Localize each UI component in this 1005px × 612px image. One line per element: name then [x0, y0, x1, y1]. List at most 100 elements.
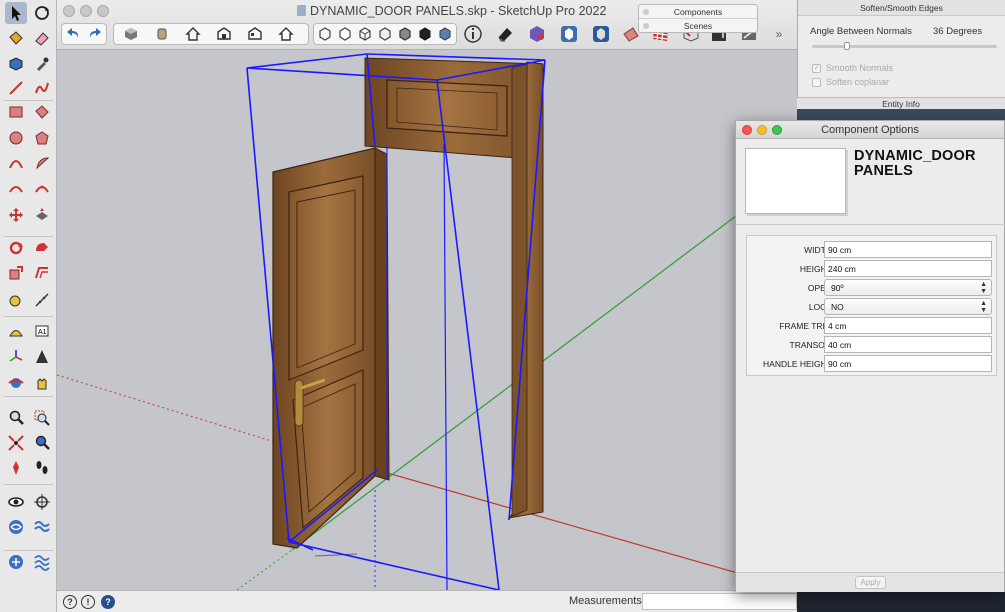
previous-view-icon[interactable] [31, 432, 53, 454]
width-input[interactable]: 90 cm [824, 241, 992, 258]
zoom-extents-icon[interactable] [5, 432, 27, 454]
position-camera-icon[interactable] [5, 457, 27, 479]
geo-location-icon[interactable]: ? [63, 595, 77, 609]
handle-height-input[interactable]: 90 cm [824, 355, 992, 372]
front-view-icon[interactable] [179, 25, 207, 43]
protractor-icon[interactable] [5, 321, 27, 343]
move-icon[interactable] [5, 204, 27, 226]
eyedropper-icon[interactable] [31, 53, 53, 75]
3d-text-icon[interactable] [31, 346, 53, 368]
sandbox-stamp-icon[interactable] [5, 551, 27, 573]
rotated-rectangle-icon[interactable] [31, 101, 53, 123]
sandbox-drape-icon[interactable] [31, 551, 53, 573]
entity-info-title[interactable]: Entity Info [797, 97, 1005, 109]
arc-icon[interactable] [5, 152, 27, 174]
select-arrows-icon: ▲ ▼ [980, 300, 987, 314]
component-thumbnail [745, 148, 846, 214]
follow-me-icon[interactable] [31, 237, 53, 259]
zoom-window-button[interactable] [97, 5, 109, 17]
eraser-tray-icon[interactable] [493, 23, 517, 45]
close-window-button[interactable] [63, 5, 75, 17]
soften-panel-title[interactable]: Soften/Smooth Edges [798, 0, 1005, 16]
hidden-line-style-icon[interactable] [377, 25, 394, 43]
monochrome-style-icon[interactable] [436, 25, 453, 43]
eraser-icon[interactable] [31, 27, 53, 49]
palette-separator [4, 550, 53, 551]
xray-style-icon[interactable] [317, 25, 334, 43]
open-select[interactable]: 90º ▲ ▼ [824, 279, 992, 296]
lock-select[interactable]: NO ▲ ▼ [824, 298, 992, 315]
freehand-icon[interactable] [31, 77, 53, 99]
height-input[interactable]: 240 cm [824, 260, 992, 277]
sandbox-icon[interactable] [5, 516, 27, 538]
credits-icon[interactable]: ! [81, 595, 95, 609]
angle-slider-thumb[interactable] [844, 42, 850, 50]
apply-button[interactable]: Apply [855, 576, 886, 589]
top-view-icon[interactable] [148, 25, 176, 43]
undo-icon[interactable] [65, 25, 83, 43]
sandbox-smoove-icon[interactable] [31, 516, 53, 538]
open-row: OPEN 90º ▲ ▼ [747, 279, 998, 297]
component-outliner-icon[interactable] [525, 23, 549, 45]
measurements-input[interactable] [642, 593, 797, 610]
paint-bucket-icon[interactable] [5, 27, 27, 49]
axes-icon[interactable] [5, 346, 27, 368]
iso-view-icon[interactable] [117, 25, 145, 43]
shaded-style-icon[interactable] [396, 25, 413, 43]
shaded-textures-style-icon[interactable] [416, 25, 433, 43]
zoom-icon[interactable] [5, 407, 27, 429]
model-canvas[interactable] [57, 50, 797, 590]
frame-trim-input[interactable]: 4 cm [824, 317, 992, 334]
back-view-icon[interactable] [241, 25, 269, 43]
minimize-window-button[interactable] [80, 5, 92, 17]
components-panel-header[interactable]: Components [639, 5, 757, 19]
right-view-icon[interactable] [210, 25, 238, 43]
palette-separator [4, 484, 53, 485]
help-icon[interactable]: ? [101, 595, 115, 609]
sketchup-window: A1 DYNAMIC_DOOR PANELS.skp - SketchUp Pr… [0, 0, 1005, 612]
back-edges-style-icon[interactable] [337, 25, 354, 43]
make-component-icon[interactable] [5, 53, 27, 75]
orbit-arrow-icon[interactable] [31, 2, 53, 24]
line-icon[interactable] [5, 77, 27, 99]
soften-coplanar-checkbox[interactable]: Soften coplanar [812, 77, 889, 87]
offset-icon[interactable] [31, 262, 53, 284]
components-icon[interactable] [557, 23, 581, 45]
collapse-dot-icon [643, 9, 649, 15]
scenes-panel-header[interactable]: Scenes [639, 19, 757, 33]
look-around-icon[interactable] [5, 491, 27, 513]
window-title: DYNAMIC_DOOR PANELS.skp - SketchUp Pro 2… [297, 4, 617, 18]
orbit-icon[interactable] [5, 372, 27, 394]
redo-icon[interactable] [86, 25, 104, 43]
palette-separator [4, 100, 53, 101]
rectangle-icon[interactable] [5, 101, 27, 123]
materials-icon[interactable] [589, 23, 613, 45]
transom-input[interactable]: 40 cm [824, 336, 992, 353]
zoom-window-icon[interactable] [31, 407, 53, 429]
polygon-icon[interactable] [31, 127, 53, 149]
model-info-icon[interactable] [461, 23, 485, 45]
components-scenes-panel: Components Scenes [638, 4, 758, 33]
push-pull-icon[interactable] [31, 204, 53, 226]
left-view-icon[interactable] [272, 25, 300, 43]
model-viewport[interactable] [57, 50, 797, 590]
three-point-arc-icon[interactable] [31, 178, 53, 200]
toolbar-overflow-icon[interactable]: » [767, 23, 791, 45]
wireframe-style-icon[interactable] [357, 25, 374, 43]
rotate-icon[interactable] [5, 237, 27, 259]
circle-icon[interactable] [5, 127, 27, 149]
height-row: HEIGHT 240 cm [747, 260, 998, 278]
section-plane-icon[interactable] [31, 491, 53, 513]
tape-measure-icon[interactable] [5, 289, 27, 311]
smooth-normals-checkbox[interactable]: ✓ Smooth Normals [812, 63, 893, 73]
walk-icon[interactable] [31, 457, 53, 479]
pie-icon[interactable] [31, 152, 53, 174]
dimension-icon[interactable] [31, 289, 53, 311]
text-icon[interactable]: A1 [31, 321, 53, 343]
divider [736, 224, 1005, 225]
select-icon[interactable] [5, 2, 27, 24]
two-point-arc-icon[interactable] [5, 178, 27, 200]
scale-icon[interactable] [5, 262, 27, 284]
pan-icon[interactable] [31, 372, 53, 394]
angle-slider[interactable] [812, 42, 997, 50]
